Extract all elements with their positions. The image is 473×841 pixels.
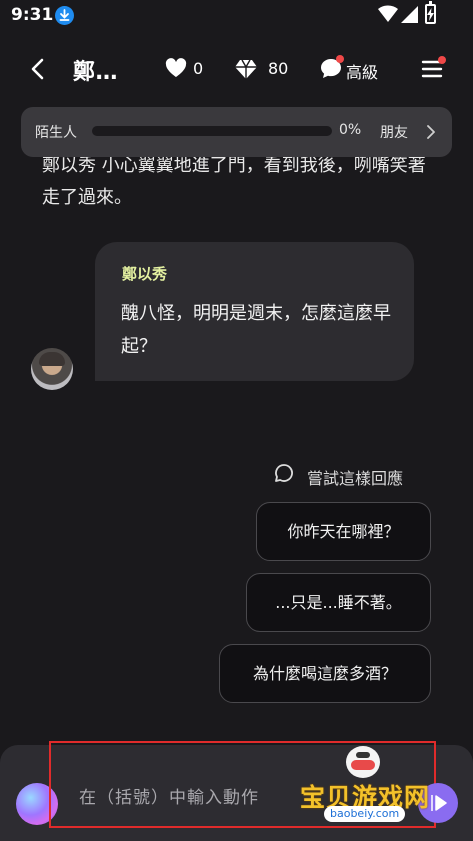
suggestions-heading: 嘗試這樣回應 — [274, 463, 403, 488]
menu-button[interactable] — [421, 56, 446, 78]
notification-dot — [336, 55, 344, 63]
chevron-right-icon — [427, 125, 435, 139]
mascot-icon — [346, 746, 380, 778]
watermark-logo: 宝贝游戏网 baobeiy.com — [300, 746, 440, 826]
relationship-start-label: 陌生人 — [35, 125, 77, 141]
relationship-next-label: 朋友 — [380, 125, 408, 141]
download-icon — [55, 6, 74, 25]
message-speaker: 鄭以秀 — [122, 265, 168, 283]
speech-bubble-icon — [275, 464, 293, 482]
watermark-url: baobeiy.com — [324, 806, 406, 822]
tier-button[interactable]: 高級 — [320, 55, 378, 82]
chat-header: 鄭… 0 80 高級 — [0, 44, 473, 94]
notification-dot — [438, 56, 446, 64]
affection-counter[interactable]: 0 — [165, 58, 203, 80]
battery-charging-icon — [425, 1, 436, 24]
chevron-left-icon — [31, 58, 44, 80]
character-avatar[interactable] — [31, 348, 73, 390]
character-name[interactable]: 鄭… — [73, 54, 118, 86]
affection-count: 0 — [193, 59, 204, 78]
wifi-icon — [378, 5, 398, 27]
tier-label: 高級 — [346, 63, 379, 82]
suggestion-chip[interactable]: 你昨天在哪裡？ — [256, 502, 431, 561]
message-input[interactable]: 在（括號）中輸入動作 — [79, 783, 259, 808]
suggestion-chip[interactable]: 為什麼喝這麼多酒？ — [219, 644, 431, 703]
narration-text: 鄭以秀 小心翼翼地進了門，看到我後，咧嘴笑著走了過來。 — [42, 155, 426, 208]
suggestions-heading-label: 嘗試這樣回應 — [307, 469, 404, 488]
status-bar: 9:31 — [0, 0, 473, 32]
relationship-bar[interactable]: 陌生人 0% 朋友 — [21, 107, 452, 157]
back-button[interactable] — [26, 56, 50, 82]
gem-counter[interactable]: 80 — [234, 58, 288, 80]
gem-icon — [235, 59, 257, 79]
status-time: 9:31 — [11, 5, 54, 25]
relationship-percent: 0% — [339, 122, 362, 138]
relationship-progress-track — [92, 126, 332, 136]
signal-icon — [400, 5, 419, 28]
message-bubble[interactable]: 鄭以秀 醜八怪，明明是週末，怎麼這麼早起？ — [95, 242, 414, 381]
gem-count: 80 — [268, 59, 289, 78]
heart-icon — [165, 58, 187, 77]
suggestion-chip[interactable]: ...只是...睡不著。 — [246, 573, 431, 632]
message-text: 醜八怪，明明是週末，怎麼這麼早起？ — [121, 303, 391, 357]
